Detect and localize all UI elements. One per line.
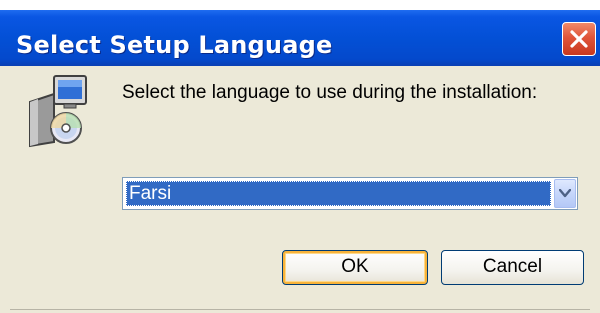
dropdown-button[interactable] <box>554 179 576 208</box>
ok-button[interactable]: OK <box>282 250 428 285</box>
language-select-value[interactable]: Farsi <box>126 181 551 206</box>
prompt-label: Select the language to use during the in… <box>122 82 538 103</box>
window-title: Select Setup Language <box>16 31 333 59</box>
dialog-body: Select the language to use during the in… <box>0 66 600 313</box>
title-bar[interactable]: Select Setup Language <box>0 10 600 66</box>
bottom-divider <box>10 309 590 310</box>
close-icon <box>570 30 588 48</box>
cancel-button[interactable]: Cancel <box>441 250 584 285</box>
language-select[interactable]: Farsi <box>122 177 578 210</box>
setup-icon <box>29 75 87 148</box>
close-button[interactable] <box>562 22 596 56</box>
setup-language-dialog: Select Setup Language Select the languag… <box>0 0 600 313</box>
chevron-down-icon <box>559 189 571 198</box>
